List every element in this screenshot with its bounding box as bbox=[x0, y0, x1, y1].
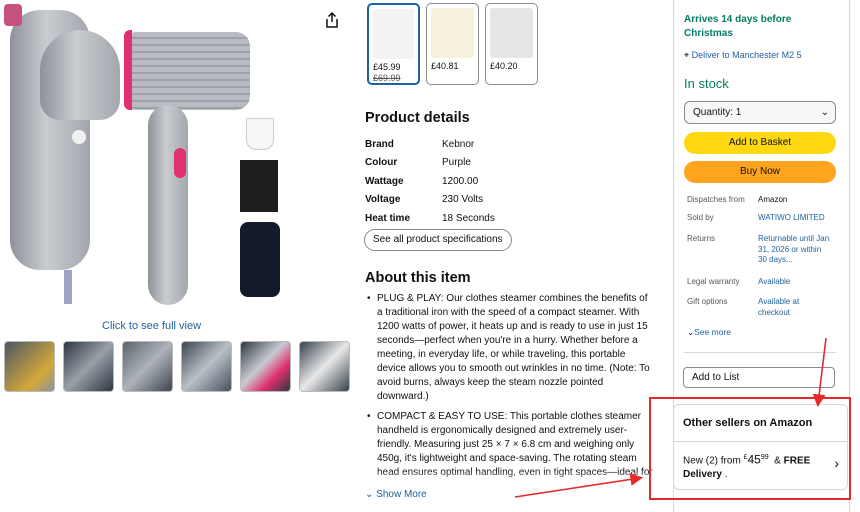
spec-value: Kebnor bbox=[442, 138, 475, 150]
spec-value: Purple bbox=[442, 157, 471, 169]
deliver-to-link[interactable]: ⌖ Deliver to Manchester M2 5 bbox=[684, 50, 802, 61]
spec-value: 230 Volts bbox=[442, 194, 484, 206]
deliver-to-label: Deliver to Manchester M2 5 bbox=[691, 50, 802, 60]
about-item-title: About this item bbox=[365, 270, 471, 286]
delivery-promise: Arrives 14 days before Christmas bbox=[684, 14, 792, 39]
spec-row: Colour Purple bbox=[365, 154, 495, 173]
thumbnail-3[interactable] bbox=[122, 341, 173, 392]
trigger-graphic bbox=[174, 148, 186, 178]
show-more-label: Show More bbox=[376, 489, 427, 500]
add-to-list-button[interactable]: Add to List bbox=[683, 367, 835, 388]
box-graphic bbox=[240, 160, 278, 212]
quantity-select[interactable]: Quantity: 1 ⌄ bbox=[684, 101, 836, 124]
info-value: Amazon bbox=[758, 195, 788, 204]
variant-image bbox=[373, 9, 414, 59]
thumbnail-5[interactable] bbox=[240, 341, 291, 392]
annotation-highlight-box bbox=[649, 397, 851, 500]
thumbnail-2[interactable] bbox=[63, 341, 114, 392]
quantity-value: Quantity: 1 bbox=[693, 107, 742, 118]
power-button-graphic bbox=[72, 130, 86, 144]
pink-accent bbox=[4, 4, 22, 26]
see-more-label: See more bbox=[694, 327, 731, 337]
chevron-down-icon: ⌄ bbox=[820, 107, 829, 118]
variant-price: £40.20 bbox=[490, 61, 518, 71]
spec-row: Heat time 18 Seconds bbox=[365, 209, 495, 228]
steamer-head-right bbox=[126, 32, 250, 110]
pink-trim bbox=[124, 30, 132, 110]
see-all-specifications-button[interactable]: See all product specifications bbox=[364, 229, 512, 251]
product-details-table: Brand Kebnor Colour Purple Wattage 1200.00 … bbox=[365, 135, 495, 228]
see-more-link[interactable]: ⌄See more bbox=[687, 327, 731, 338]
show-more-link[interactable]: ⌄ Show More bbox=[365, 489, 427, 500]
thumbnail-6[interactable] bbox=[299, 341, 350, 392]
spec-key: Heat time bbox=[365, 212, 411, 224]
variant-option-1[interactable]: £45.99 £69.99 bbox=[367, 3, 420, 85]
buy-now-button[interactable]: Buy Now bbox=[684, 161, 836, 183]
variant-price: £40.81 bbox=[431, 61, 459, 71]
variant-was-price: £69.99 bbox=[373, 73, 401, 83]
main-product-image[interactable] bbox=[0, 0, 300, 310]
info-label: Dispatches from bbox=[687, 195, 745, 204]
about-bullet: PLUG & PLAY: Our clothes steamer combine… bbox=[367, 292, 655, 404]
storage-bag-graphic bbox=[240, 222, 280, 297]
seller-link[interactable]: WATIWO LIMITED bbox=[758, 213, 832, 224]
variant-option-3[interactable]: £40.20 bbox=[485, 3, 538, 85]
chevron-down-icon: ⌄ bbox=[365, 489, 377, 500]
info-label: Gift options bbox=[687, 297, 728, 306]
thumbnail-1[interactable] bbox=[4, 341, 55, 392]
product-details-title: Product details bbox=[365, 110, 470, 126]
spec-value: 18 Seconds bbox=[442, 212, 495, 224]
info-label: Sold by bbox=[687, 213, 714, 222]
stock-status: In stock bbox=[684, 76, 729, 91]
spec-key: Colour bbox=[365, 157, 398, 169]
steamer-head-left bbox=[40, 30, 120, 120]
click-to-see-full-view-link[interactable]: Click to see full view bbox=[102, 320, 201, 332]
spec-row: Wattage 1200.00 bbox=[365, 172, 495, 191]
returns-link[interactable]: Returnable until Jan 31, 2026 or within … bbox=[758, 234, 832, 266]
variant-selector: £45.99 £69.99 £40.81 £40.20 bbox=[367, 3, 538, 85]
gift-options-link[interactable]: Available at checkout bbox=[758, 297, 832, 318]
add-to-basket-button[interactable]: Add to Basket bbox=[684, 132, 836, 154]
measuring-cup-graphic bbox=[246, 118, 274, 150]
steamer-handle-right bbox=[148, 105, 188, 305]
spec-value: 1200.00 bbox=[442, 175, 479, 187]
variant-price: £45.99 bbox=[373, 62, 401, 72]
location-pin-icon: ⌖ bbox=[684, 50, 692, 60]
spec-key: Voltage bbox=[365, 194, 401, 206]
spec-row: Brand Kebnor bbox=[365, 135, 495, 154]
about-bullets: PLUG & PLAY: Our clothes steamer combine… bbox=[367, 292, 655, 500]
spec-row: Voltage 230 Volts bbox=[365, 191, 495, 210]
divider bbox=[684, 352, 836, 353]
spec-key: Wattage bbox=[365, 175, 404, 187]
info-label: Legal warranty bbox=[687, 277, 740, 286]
info-label: Returns bbox=[687, 234, 716, 243]
variant-image bbox=[431, 8, 474, 58]
warranty-link[interactable]: Available bbox=[758, 277, 832, 288]
thumbnail-4[interactable] bbox=[181, 341, 232, 392]
share-icon[interactable] bbox=[325, 12, 339, 28]
variant-image bbox=[490, 8, 533, 58]
variant-option-2[interactable]: £40.81 bbox=[426, 3, 479, 85]
thumbnail-strip bbox=[4, 341, 350, 392]
cord-graphic bbox=[64, 270, 72, 304]
spec-key: Brand bbox=[365, 138, 394, 150]
